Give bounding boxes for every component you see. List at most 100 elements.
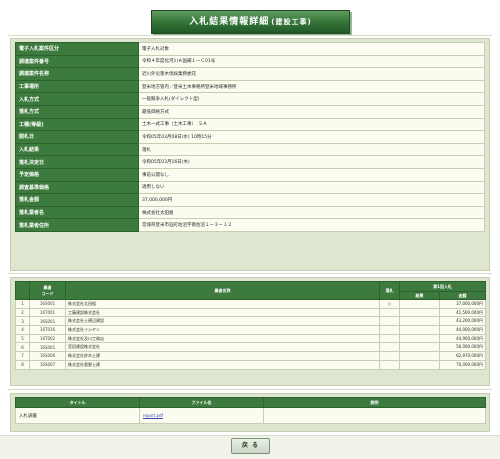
detail-label: 調達案件名称 [15, 67, 139, 81]
detail-value: 最低価格方式 [138, 104, 485, 119]
bid-no: 1 [15, 299, 30, 309]
bid-amount: 56,000,000円 [438, 342, 487, 353]
bid-row: 3 16S001 株式会社土建辺建設 43,200,000円 [15, 316, 487, 327]
bid-won-mark [379, 307, 400, 318]
bid-won-mark [379, 325, 400, 335]
bid-amount: 43,200,000円 [438, 316, 487, 327]
bids-header-result: 結果 [399, 291, 440, 300]
detail-value: 令和４年度化河川Ａ国補１ーＣ01号 [138, 54, 485, 69]
bid-amount: 44,900,000円 [438, 333, 487, 344]
bid-no: 4 [15, 325, 30, 335]
divider [8, 389, 492, 390]
bid-won-mark [379, 351, 400, 361]
detail-label: 開札日 [15, 130, 139, 144]
detail-row: 落札決定日 令和05年03月16日(木) [15, 155, 485, 169]
bid-result [399, 351, 440, 361]
detail-label: 調達案件番号 [15, 54, 139, 69]
file-title: 入札調書 [15, 407, 140, 424]
detail-label: 入札方式 [15, 92, 139, 106]
file-note [263, 407, 486, 424]
bid-name: 宮田建設株式会社 [65, 342, 380, 353]
detail-row: 落札業者住所 宮城県登米市迫町佐沼字南佐沼１ー３ー１２ [15, 218, 485, 232]
bids-header-code: 業者 コード [29, 281, 66, 300]
bid-code: 16S001 [29, 342, 66, 353]
bid-amount: 44,000,000円 [438, 325, 487, 335]
detail-label: 落札業者名 [15, 205, 139, 220]
detail-row: 調達案件番号 令和４年度化河川Ａ国補１ーＣ01号 [15, 54, 485, 69]
bid-name: 株式会社土建辺建設 [65, 316, 380, 327]
bids-header-no [15, 281, 30, 300]
bid-no: 7 [15, 351, 30, 361]
bid-code: 16T001 [29, 307, 66, 318]
detail-value: 適用しない [138, 180, 485, 195]
detail-label: 落札業者住所 [15, 218, 139, 232]
bid-result [399, 316, 440, 327]
bid-won-mark: ○ [379, 299, 400, 309]
bid-code: 16S007 [29, 359, 66, 370]
files-header-file: ファイル名 [139, 397, 264, 408]
bid-code: 16S006 [29, 351, 66, 361]
bid-name: 工藤建設株式会社 [65, 307, 380, 318]
bid-result [399, 307, 440, 318]
detail-table: 電子入札案件区分 電子入札対象 調達案件番号 令和４年度化河川Ａ国補１ーＣ01号 調達案… [15, 42, 485, 232]
bids-header-amount: 金額 [438, 291, 487, 300]
detail-row: 落札業者名 株式会社太田組 [15, 205, 485, 220]
detail-value: 一般競争入札(ダイレクト型) [138, 92, 485, 106]
bid-row: 8 16S007 株式会社奥野土建 70,000,000円 [15, 359, 487, 370]
detail-row: 調査基準価格 適用しない [15, 180, 485, 195]
detail-row: 落札金額 37,000,000円 [15, 193, 485, 207]
bid-name: 株式会社鈴木土建 [65, 351, 380, 361]
detail-value: 落札 [138, 142, 485, 157]
back-button[interactable]: 戻 る [231, 438, 270, 454]
bid-no: 5 [15, 333, 30, 344]
page: 入札結果情報詳細 (建設工事) 電子入札案件区分 電子入札対象 調達案件番号 令和４年度… [0, 0, 500, 459]
detail-value: 株式会社太田組 [138, 205, 485, 220]
bid-code: 16S001 [29, 316, 66, 327]
bids-header-name: 業者名称 [65, 281, 380, 300]
bid-row: 5 16T002 株式会社及川工務店 44,900,000円 [15, 333, 487, 344]
detail-value: 登米地方管内／登米土木事務所登米地域事務所 [138, 79, 485, 94]
bid-row: 7 16S006 株式会社鈴木土建 62,970,000円 [15, 351, 487, 361]
divider [8, 35, 492, 36]
files-panel: タイトル ファイル名 説明 入札調書 report.pdf [10, 393, 490, 432]
files-table: タイトル ファイル名 説明 入札調書 report.pdf [15, 397, 486, 424]
detail-label: 落札方式 [15, 104, 139, 119]
bid-amount: 70,000,000円 [438, 359, 487, 370]
detail-label: 落札決定日 [15, 155, 139, 169]
file-link[interactable]: report.pdf [143, 413, 163, 418]
detail-row: 落札方式 最低価格方式 [15, 104, 485, 119]
files-header-title: タイトル [15, 397, 140, 408]
bid-won-mark [379, 333, 400, 344]
detail-row: 入札方式 一般競争入札(ダイレクト型) [15, 92, 485, 106]
detail-row: 電子入札案件区分 電子入札対象 [15, 42, 485, 56]
detail-label: 入札結果 [15, 142, 139, 157]
bid-won-mark [379, 342, 400, 353]
detail-panel: 電子入札案件区分 電子入札対象 調達案件番号 令和４年度化河川Ａ国補１ーＣ01号 調達案… [10, 38, 490, 271]
bid-result [399, 333, 440, 344]
bid-no: 8 [15, 359, 30, 370]
detail-label: 工種(等級) [15, 117, 139, 132]
page-subtitle: (建設工事) [271, 18, 312, 26]
bid-row: 6 16S001 宮田建設株式会社 56,000,000円 [15, 342, 487, 353]
detail-value: 電子入札対象 [138, 42, 485, 56]
bid-name: 株式会社及川工務店 [65, 333, 380, 344]
bid-name: 株式会社太田組 [65, 299, 380, 309]
page-title-banner: 入札結果情報詳細 (建設工事) [151, 10, 350, 34]
bid-result [399, 325, 440, 335]
bid-amount: 37,000,000円 [438, 299, 487, 309]
bid-no: 3 [15, 316, 30, 327]
bid-no: 6 [15, 342, 30, 353]
bid-no: 2 [15, 307, 30, 318]
bid-amount: 41,500,000円 [438, 307, 487, 318]
bid-result [399, 359, 440, 370]
bids-table: 業者 コード 業者名称 落札 第1回入札 結果 金額 1 16S001 株式会社太田… [15, 281, 487, 370]
bids-panel: 業者 コード 業者名称 落札 第1回入札 結果 金額 1 16S001 株式会社太田… [10, 277, 490, 386]
file-cell: report.pdf [139, 407, 264, 424]
detail-row: 入札結果 落札 [15, 142, 485, 157]
bid-won-mark [379, 359, 400, 370]
bid-row: 4 16T016 株式会社イシヤン 44,000,000円 [15, 325, 487, 335]
bid-code: 16T016 [29, 325, 66, 335]
bid-amount: 62,970,000円 [438, 351, 487, 361]
detail-value: 土木一式工事（土木工事） ＳＡ [138, 117, 485, 132]
bid-code: 16S001 [29, 299, 66, 309]
